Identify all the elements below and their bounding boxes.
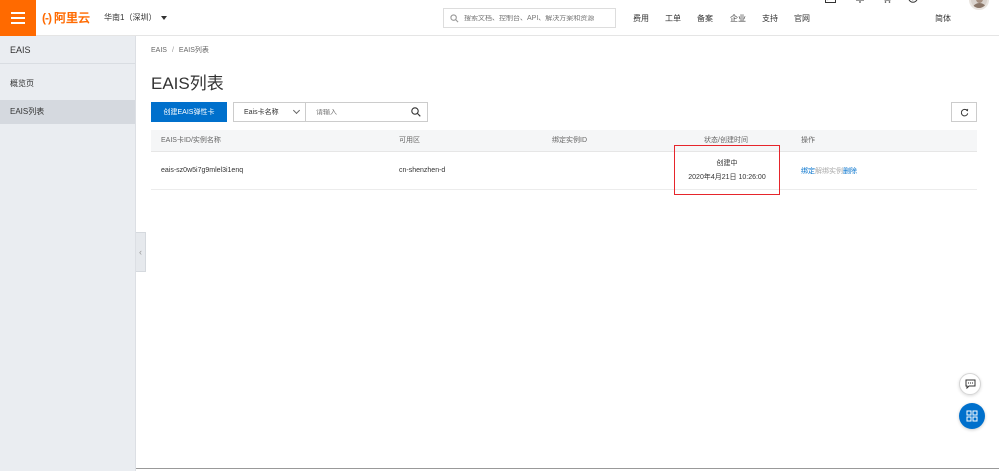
col-zone: 可用区 xyxy=(399,137,420,144)
chevron-left-icon: ‹ xyxy=(139,247,142,257)
refresh-button[interactable] xyxy=(951,102,977,122)
table-header: EAIS卡ID/实例名称 可用区 绑定实例ID 状态/创建时间 操作 xyxy=(151,130,977,152)
status-text: 创建中 xyxy=(716,160,738,167)
cell-zone: cn-shenzhen-d xyxy=(399,167,446,174)
nav-support[interactable]: 支持 xyxy=(762,13,778,24)
table-row: eais-sz0w5i7g9mlel3i1enq cn-shenzhen-d 创… xyxy=(151,145,977,195)
bind-link[interactable]: 绑定 xyxy=(801,166,815,176)
filter-field-label: Eais卡名称 xyxy=(244,109,279,116)
cell-eais-id: eais-sz0w5i7g9mlel3i1enq xyxy=(161,167,244,174)
col-actions: 操作 xyxy=(801,137,815,144)
aliyun-logo[interactable]: (-) 阿里云 xyxy=(42,9,90,26)
unbind-link[interactable]: 解绑实例 xyxy=(815,166,843,176)
apps-grid-icon xyxy=(966,410,978,422)
terminal-icon[interactable] xyxy=(825,0,836,6)
toolbar: 创建EAIS弹性卡 Eais卡名称 xyxy=(151,102,977,122)
refresh-icon xyxy=(960,108,968,116)
filter-search-field[interactable] xyxy=(305,102,428,122)
chat-button[interactable] xyxy=(959,373,981,395)
nav-enterprise[interactable]: 企业 xyxy=(730,13,746,24)
col-id-name: EAIS卡ID/实例名称 xyxy=(161,137,221,144)
svg-text:?: ? xyxy=(911,0,915,3)
page-title: EAIS列表 xyxy=(151,74,224,93)
filter-field-select[interactable]: Eais卡名称 xyxy=(233,102,306,122)
region-selector[interactable]: 华南1（深圳） xyxy=(104,12,168,23)
language-switch[interactable]: 简体 xyxy=(935,13,951,24)
nav-fees[interactable]: 费用 xyxy=(633,13,649,24)
chat-icon xyxy=(965,379,975,389)
caret-down-icon xyxy=(161,15,168,20)
region-label: 华南1（深圳） xyxy=(104,13,157,22)
created-time: 2020年4月21日 10:26:00 xyxy=(688,174,766,181)
nav-official-site[interactable]: 官网 xyxy=(794,13,810,24)
col-bound-instance: 绑定实例ID xyxy=(552,137,587,144)
breadcrumb-eais[interactable]: EAIS xyxy=(151,47,167,54)
nav-tickets[interactable]: 工单 xyxy=(665,13,681,24)
breadcrumb-eais-list: EAIS列表 xyxy=(178,47,209,54)
breadcrumb: EAIS / EAIS列表 xyxy=(151,45,209,55)
bottom-divider xyxy=(136,468,999,469)
breadcrumb-sep: / xyxy=(171,47,174,54)
filter-search-input[interactable] xyxy=(316,108,406,116)
global-search-input[interactable] xyxy=(464,14,604,22)
apps-button[interactable] xyxy=(959,403,985,429)
logo-text: 阿里云 xyxy=(54,11,91,25)
row-actions: 绑定 解绑实例 删除 xyxy=(801,152,857,190)
sidebar-item-eais-list[interactable]: EAIS列表 xyxy=(0,100,135,124)
create-eais-button[interactable]: 创建EAIS弹性卡 xyxy=(151,102,227,122)
help-icon[interactable]: ? xyxy=(908,0,918,6)
avatar[interactable] xyxy=(969,0,989,10)
bell-icon[interactable] xyxy=(855,0,865,6)
global-search[interactable] xyxy=(443,8,616,28)
eais-table: EAIS卡ID/实例名称 可用区 绑定实例ID 状态/创建时间 操作 eais-… xyxy=(151,130,977,195)
delete-link[interactable]: 删除 xyxy=(843,166,857,176)
chevron-down-icon xyxy=(292,106,301,115)
search-icon xyxy=(450,13,459,22)
top-bar: (-) 阿里云 华南1（深圳） 费用 工单 备案 企业 支持 官网 ? 简体 xyxy=(0,0,999,36)
search-icon[interactable] xyxy=(411,107,421,117)
logo-mark: (-) xyxy=(42,10,52,25)
nav-icp[interactable]: 备案 xyxy=(697,13,713,24)
sidebar-title: EAIS xyxy=(0,36,135,64)
sidebar-collapse-handle[interactable]: ‹ xyxy=(136,232,146,272)
sidebar-item-overview[interactable]: 概览页 xyxy=(0,72,135,96)
status-highlight-box: 创建中 2020年4月21日 10:26:00 xyxy=(674,145,780,195)
menu-icon[interactable] xyxy=(0,0,36,36)
cart-icon[interactable] xyxy=(881,0,892,6)
sidebar: EAIS 概览页 EAIS列表 xyxy=(0,36,136,471)
